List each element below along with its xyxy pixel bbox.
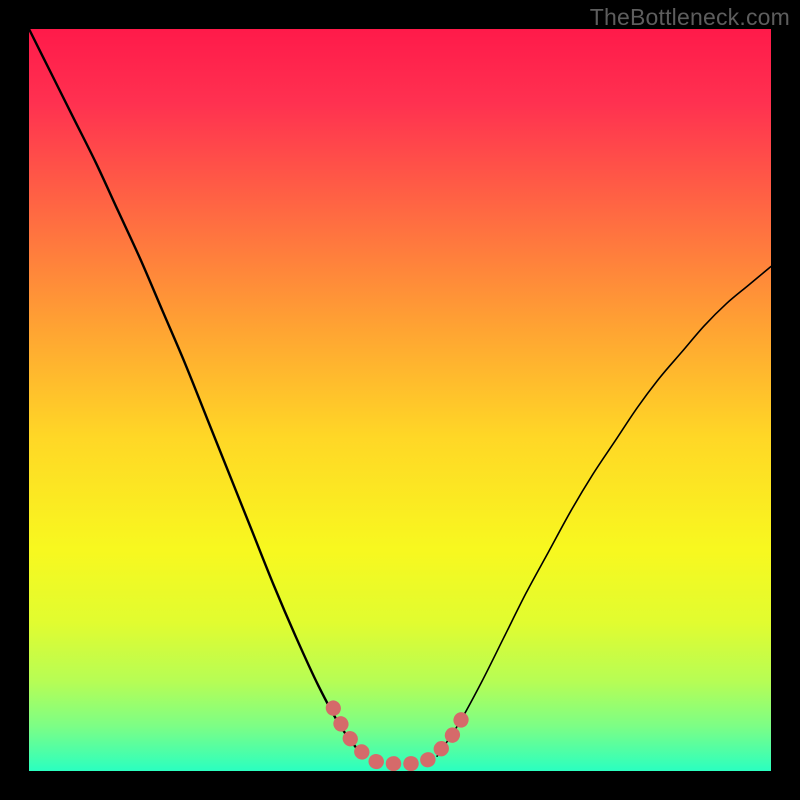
chart-svg (29, 29, 771, 771)
gradient-background (29, 29, 771, 771)
outer-frame: TheBottleneck.com (0, 0, 800, 800)
plot-area (29, 29, 771, 771)
watermark-text: TheBottleneck.com (590, 4, 790, 31)
